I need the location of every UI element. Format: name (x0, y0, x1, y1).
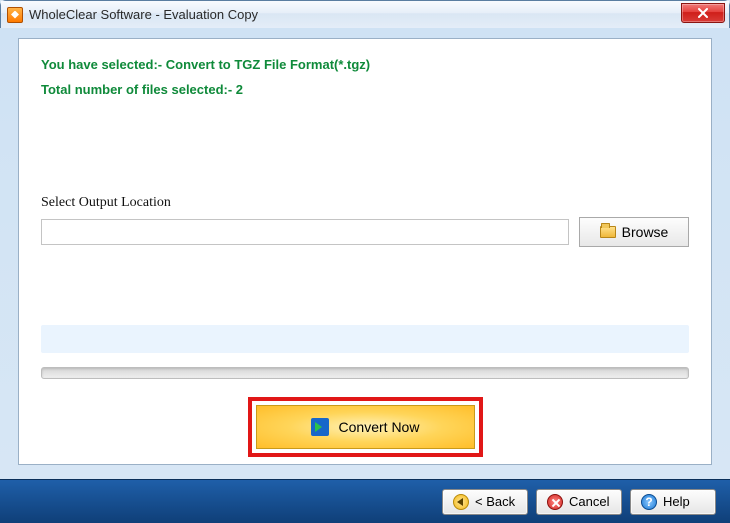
cancel-icon (547, 494, 563, 510)
client-area: You have selected:- Convert to TGZ File … (0, 28, 730, 523)
convert-icon (311, 418, 329, 436)
close-button[interactable] (681, 3, 725, 23)
back-icon (453, 494, 469, 510)
cancel-button[interactable]: Cancel (536, 489, 622, 515)
titlebar: WholeClear Software - Evaluation Copy (1, 1, 729, 29)
back-button-label: < Back (475, 494, 515, 509)
footer-bar: < Back Cancel ? Help (0, 479, 730, 523)
back-button[interactable]: < Back (442, 489, 528, 515)
status-selected-format: You have selected:- Convert to TGZ File … (41, 57, 689, 72)
convert-now-button[interactable]: Convert Now (256, 405, 475, 449)
window-title: WholeClear Software - Evaluation Copy (29, 7, 258, 22)
info-bar (41, 325, 689, 353)
help-icon: ? (641, 494, 657, 510)
folder-icon (600, 226, 616, 238)
convert-highlight: Convert Now (248, 397, 483, 457)
main-panel: You have selected:- Convert to TGZ File … (18, 38, 712, 465)
progress-bar (41, 367, 689, 379)
app-icon (7, 7, 23, 23)
output-location-input[interactable] (41, 219, 569, 245)
status-file-count: Total number of files selected:- 2 (41, 82, 689, 97)
cancel-button-label: Cancel (569, 494, 609, 509)
output-location-label: Select Output Location (41, 195, 689, 211)
help-button[interactable]: ? Help (630, 489, 716, 515)
close-icon (698, 8, 708, 18)
output-row: Browse (41, 217, 689, 247)
browse-button[interactable]: Browse (579, 217, 689, 247)
help-button-label: Help (663, 494, 690, 509)
convert-button-label: Convert Now (339, 419, 420, 435)
browse-button-label: Browse (622, 224, 669, 240)
